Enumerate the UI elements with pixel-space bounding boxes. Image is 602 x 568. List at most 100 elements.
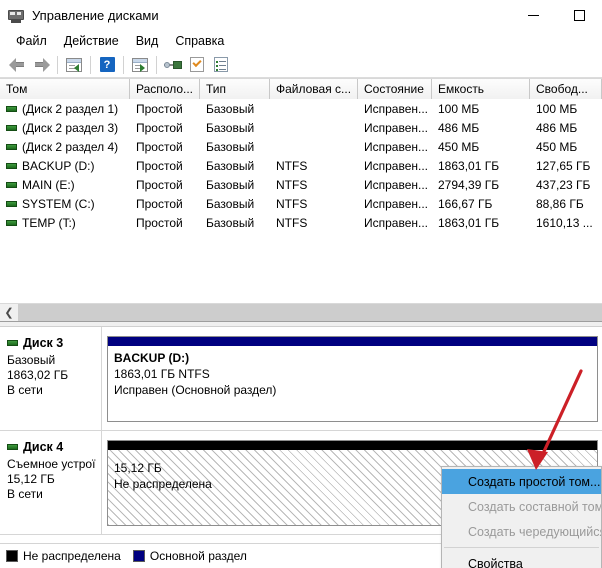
cell-volume: BACKUP (D:) xyxy=(0,156,130,175)
maximize-icon xyxy=(573,9,585,21)
disk-management-icon xyxy=(7,6,25,24)
cell-status: Исправен... xyxy=(364,101,429,116)
table-row[interactable]: (Диск 2 раздел 4) Простой Базовый Исправ… xyxy=(0,137,602,156)
volume-list-horizontal-scrollbar[interactable]: ❮ xyxy=(0,303,602,321)
cell-capacity: 1863,01 ГБ xyxy=(438,158,500,173)
cell-layout: Простой xyxy=(136,120,183,135)
table-row[interactable]: (Диск 2 раздел 1) Простой Базовый Исправ… xyxy=(0,99,602,118)
column-header-volume[interactable]: Том xyxy=(0,79,130,99)
cell-volume-label: (Диск 2 раздел 3) xyxy=(22,120,119,135)
properties-button[interactable] xyxy=(185,54,209,76)
minimize-button[interactable] xyxy=(510,0,556,30)
toolbar-separator xyxy=(156,55,157,74)
cell-filesystem xyxy=(270,118,358,137)
context-menu-item-new-striped-volume[interactable]: Создать чередующийся т xyxy=(442,519,601,544)
disk-name-label: Диск 3 xyxy=(23,336,64,350)
table-row[interactable]: TEMP (T:) Простой Базовый NTFS Исправен.… xyxy=(0,213,602,232)
column-header-free[interactable]: Свобод... xyxy=(530,79,602,99)
table-row[interactable]: MAIN (E:) Простой Базовый NTFS Исправен.… xyxy=(0,175,602,194)
context-menu-separator xyxy=(444,547,599,548)
table-row[interactable]: (Диск 2 раздел 3) Простой Базовый Исправ… xyxy=(0,118,602,137)
volume-disk-icon xyxy=(6,124,17,131)
context-menu-item-new-simple-volume[interactable]: Создать простой том... xyxy=(442,469,601,494)
show-hide-action-pane-button[interactable] xyxy=(128,54,152,76)
cell-volume: (Диск 2 раздел 3) xyxy=(0,118,130,137)
menu-item-help[interactable]: Справка xyxy=(167,32,233,50)
disk-size-3: 1863,02 ГБ xyxy=(7,368,69,382)
volume-disk-icon xyxy=(6,105,17,112)
cell-layout: Простой xyxy=(136,139,183,154)
menu-item-file[interactable]: Файл xyxy=(8,32,56,50)
volume-disk-icon xyxy=(6,181,17,188)
partition-title: BACKUP (D:) xyxy=(114,351,190,365)
partition-status: Исправен (Основной раздел) xyxy=(114,383,277,397)
window-controls xyxy=(510,0,602,30)
list-view-button[interactable] xyxy=(209,54,233,76)
table-row[interactable]: SYSTEM (C:) Простой Базовый NTFS Исправе… xyxy=(0,194,602,213)
cell-capacity: 166,67 ГБ xyxy=(438,196,493,211)
rescan-disks-button[interactable] xyxy=(161,54,185,76)
cell-status: Исправен... xyxy=(364,139,429,154)
menu-item-action[interactable]: Действие xyxy=(56,32,128,50)
table-row[interactable]: BACKUP (D:) Простой Базовый NTFS Исправе… xyxy=(0,156,602,175)
forward-button[interactable] xyxy=(29,54,53,76)
cell-layout: Простой xyxy=(136,177,183,192)
legend-label-primary: Основной раздел xyxy=(149,549,247,563)
volume-list-pane: Том Располо... Тип Файловая с... Состоян… xyxy=(0,78,602,303)
show-hide-console-tree-button[interactable] xyxy=(62,54,86,76)
cell-type: Базовый xyxy=(206,215,255,230)
context-menu-item-properties[interactable]: Свойства xyxy=(442,551,601,568)
column-header-capacity[interactable]: Емкость xyxy=(432,79,530,99)
legend-item-unallocated: Не распределена xyxy=(6,549,121,563)
cell-filesystem xyxy=(270,137,358,156)
help-icon: ? xyxy=(99,57,115,72)
column-header-filesystem[interactable]: Файловая с... xyxy=(270,79,358,99)
scroll-left-icon[interactable]: ❮ xyxy=(0,304,18,321)
toolbar: ? xyxy=(0,52,602,78)
column-header-layout[interactable]: Располо... xyxy=(130,79,200,99)
disk-row-3[interactable]: Диск 3 Базовый 1863,02 ГБ В сети BACKUP … xyxy=(0,327,602,431)
show-hide-console-tree-icon xyxy=(66,57,82,72)
disk-state-4: В сети xyxy=(7,487,43,501)
cell-status: Исправен... xyxy=(364,158,429,173)
partition-color-bar xyxy=(108,441,597,450)
window-title: Управление дисками xyxy=(32,7,159,23)
cell-volume: TEMP (T:) xyxy=(0,213,130,232)
cell-filesystem: NTFS xyxy=(276,215,308,230)
cell-volume-label: BACKUP (D:) xyxy=(22,158,95,173)
column-header-status[interactable]: Состояние xyxy=(358,79,432,99)
context-menu-item-new-spanned-volume[interactable]: Создать составной том... xyxy=(442,494,601,519)
cell-status: Исправен... xyxy=(364,215,429,230)
disk-state-3: В сети xyxy=(7,383,43,397)
partition-backup-d[interactable]: BACKUP (D:) 1863,01 ГБ NTFS Исправен (Ос… xyxy=(107,336,598,422)
disk-info-4[interactable]: Диск 4 Съемное устрої 15,12 ГБ В сети xyxy=(0,431,102,534)
legend-label-unallocated: Не распределена xyxy=(23,549,121,563)
properties-icon xyxy=(190,57,204,72)
cell-capacity: 2794,39 ГБ xyxy=(438,177,500,192)
legend-item-primary: Основной раздел xyxy=(132,549,247,563)
disk-info-3[interactable]: Диск 3 Базовый 1863,02 ГБ В сети xyxy=(0,327,102,430)
cell-free: 100 МБ xyxy=(536,101,578,116)
legend-swatch-primary xyxy=(132,550,145,562)
back-button[interactable] xyxy=(5,54,29,76)
cell-filesystem: NTFS xyxy=(276,158,308,173)
cell-filesystem: NTFS xyxy=(276,177,308,192)
partition-label-backup: BACKUP (D:) 1863,01 ГБ NTFS Исправен (Ос… xyxy=(108,346,597,398)
show-hide-action-pane-icon xyxy=(132,57,148,72)
maximize-button[interactable] xyxy=(556,0,602,30)
context-menu: Создать простой том... Создать составной… xyxy=(441,466,602,568)
cell-free: 127,65 ГБ xyxy=(536,158,591,173)
minimize-icon xyxy=(527,14,539,16)
cell-free: 88,86 ГБ xyxy=(536,196,584,211)
help-button[interactable]: ? xyxy=(95,54,119,76)
menu-bar: Файл Действие Вид Справка xyxy=(0,30,602,52)
menu-item-view[interactable]: Вид xyxy=(128,32,168,50)
cell-volume-label: TEMP (T:) xyxy=(22,215,76,230)
column-header-type[interactable]: Тип xyxy=(200,79,270,99)
disk-icon xyxy=(7,444,18,450)
disk-icon xyxy=(7,340,18,346)
scrollbar-thumb[interactable] xyxy=(18,304,602,321)
cell-type: Базовый xyxy=(206,120,255,135)
cell-type: Базовый xyxy=(206,101,255,116)
volume-disk-icon xyxy=(6,219,17,226)
